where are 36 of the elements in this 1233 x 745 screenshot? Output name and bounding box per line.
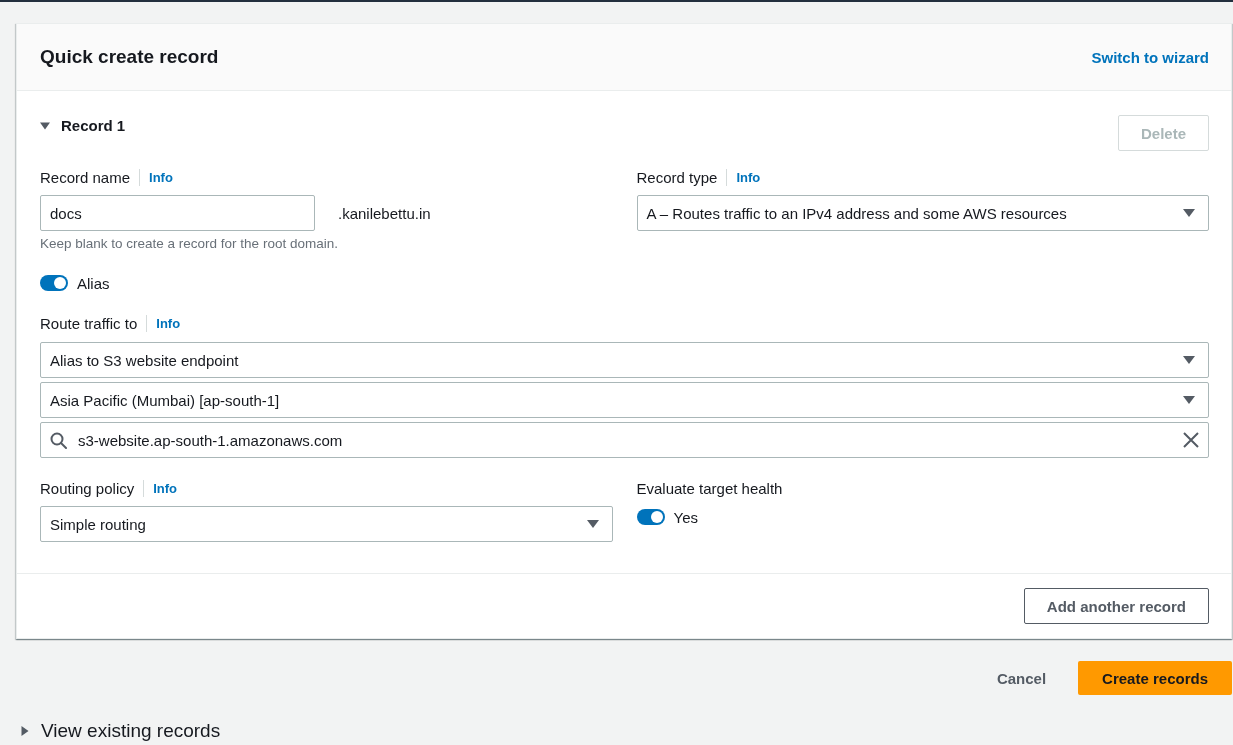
select-field[interactable]: A – Routes traffic to an IPv4 address and some AWS resources [636, 195, 1209, 231]
domain-suffix: .kanilebettu.in [338, 204, 431, 222]
toggle-switch[interactable] [40, 275, 68, 291]
toggle-switch[interactable] [636, 509, 665, 525]
toggle-label: Yes [673, 508, 698, 526]
caret-icon [1183, 356, 1195, 364]
field-label: Routing policy [40, 479, 135, 497]
field-label: Evaluate target health [636, 479, 783, 497]
cancel-button[interactable]: Cancel [980, 663, 1063, 693]
field-label: Record type [636, 168, 718, 186]
info-link[interactable]: Info [726, 168, 761, 186]
toggle-label: Alias [77, 274, 110, 292]
select-field[interactable]: Simple routing [40, 506, 613, 542]
info-link[interactable]: Info [146, 314, 181, 332]
panel-title: Quick create record [40, 46, 219, 68]
caret-icon [1183, 209, 1195, 217]
select-field[interactable]: Alias to S3 website endpoint [40, 342, 1209, 378]
info-link[interactable]: Info [139, 168, 173, 186]
search-field[interactable]: s3-website.ap-south-1.amazonaws.com [40, 422, 1209, 458]
caret-icon [40, 121, 50, 131]
field-label: Route traffic to [40, 314, 138, 332]
hint-text: Keep blank to create a record for the root domain. [40, 236, 338, 252]
search-icon [50, 431, 67, 449]
info-link[interactable]: Info [143, 479, 178, 497]
primary-button[interactable]: Create records [1078, 661, 1232, 695]
select-field[interactable]: Asia Pacific (Mumbai) [ap-south-1] [40, 382, 1209, 418]
caret-icon [20, 726, 30, 736]
switch-link[interactable]: Switch to wizard [1091, 48, 1209, 66]
caret-icon [1183, 396, 1195, 404]
field-label: Record name [40, 168, 131, 186]
close-icon[interactable] [1183, 432, 1199, 448]
add-record-button[interactable]: Add another record [1023, 588, 1209, 624]
text-input[interactable]: docs [40, 195, 315, 231]
record-expander[interactable]: Record 1 [40, 115, 126, 137]
section-expander[interactable]: View existing records [20, 720, 221, 742]
caret-icon [586, 520, 599, 528]
